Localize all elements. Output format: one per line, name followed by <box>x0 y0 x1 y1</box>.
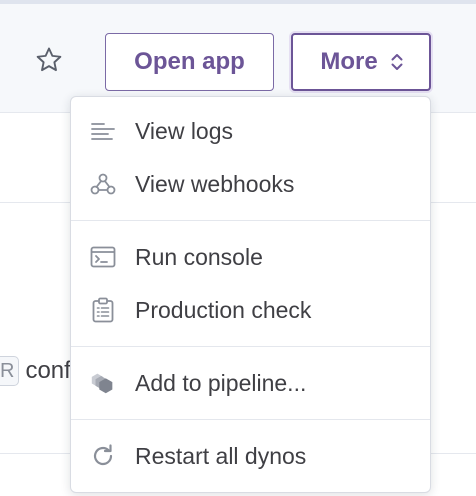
star-icon <box>34 45 64 80</box>
more-button[interactable]: More <box>291 33 431 91</box>
menu-item-label: Run console <box>135 243 263 270</box>
menu-item-run-console[interactable]: Run console <box>71 234 430 280</box>
menu-separator <box>71 419 430 420</box>
menu-item-add-to-pipeline[interactable]: Add to pipeline... <box>71 360 430 406</box>
logs-icon <box>89 118 117 144</box>
menu-separator <box>71 220 430 221</box>
menu-item-label: View logs <box>135 117 234 144</box>
chevron-up-down-icon <box>390 52 404 72</box>
menu-item-label: Restart all dynos <box>135 442 307 469</box>
clipboard-check-icon <box>89 297 117 323</box>
pipeline-icon <box>89 370 117 396</box>
menu-item-label: View webhooks <box>135 170 295 197</box>
webhooks-icon <box>89 171 117 197</box>
favorite-button[interactable] <box>33 46 65 78</box>
more-label: More <box>320 48 378 75</box>
open-app-button[interactable]: Open app <box>105 33 274 91</box>
code-chip: R <box>0 356 20 386</box>
menu-separator <box>71 346 430 347</box>
more-dropdown-menu: View logs View webhooks Run console Prod… <box>70 96 431 493</box>
menu-item-label: Add to pipeline... <box>135 369 307 396</box>
console-icon <box>89 244 117 270</box>
background-text-fragment: conf <box>25 357 71 384</box>
restart-icon <box>89 443 117 469</box>
background-text: R conf <box>0 356 71 386</box>
menu-item-production-check[interactable]: Production check <box>71 287 430 333</box>
menu-item-view-logs[interactable]: View logs <box>71 108 430 154</box>
menu-item-restart-all-dynos[interactable]: Restart all dynos <box>71 433 430 479</box>
open-app-label: Open app <box>134 48 245 75</box>
menu-item-label: Production check <box>135 296 312 323</box>
menu-item-view-webhooks[interactable]: View webhooks <box>71 161 430 207</box>
